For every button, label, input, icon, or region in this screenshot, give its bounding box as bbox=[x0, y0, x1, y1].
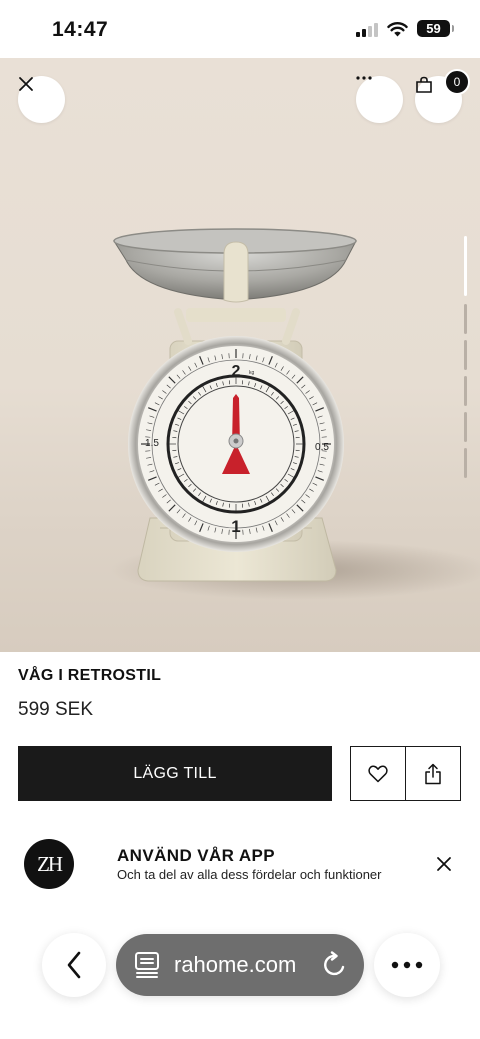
url-text[interactable]: rahome.com bbox=[174, 952, 296, 978]
add-to-cart-button[interactable]: LÄGG TILL bbox=[18, 746, 332, 801]
app-banner-subtitle: Och ta del av alla dess fördelar och fun… bbox=[117, 867, 382, 882]
gallery-indicator-active[interactable] bbox=[464, 236, 467, 296]
gallery-indicator[interactable] bbox=[464, 376, 467, 406]
app-banner-title[interactable]: ANVÄND VÅR APP bbox=[117, 846, 275, 866]
signal-icon bbox=[356, 21, 378, 37]
dial-number-1: 1 bbox=[231, 517, 240, 536]
dial-number-2: 2 bbox=[232, 363, 241, 380]
product-price: 599 SEK bbox=[18, 699, 93, 720]
dial-unit: kg bbox=[249, 370, 255, 376]
browser-more-button[interactable] bbox=[374, 933, 440, 997]
reader-icon[interactable] bbox=[134, 951, 160, 979]
wifi-icon bbox=[387, 21, 408, 36]
dial-number-0-5: 0.5 bbox=[315, 442, 329, 453]
gallery-indicator[interactable] bbox=[464, 340, 467, 370]
gallery-indicator[interactable] bbox=[464, 448, 467, 478]
status-icons: 59 bbox=[356, 20, 454, 37]
kitchen-scale-illustration: 2 1 1.5 0.5 kg bbox=[110, 228, 480, 600]
share-button[interactable] bbox=[405, 747, 460, 800]
product-actions bbox=[350, 746, 461, 801]
app-banner-close-button[interactable] bbox=[430, 850, 458, 878]
more-horizontal-icon bbox=[391, 961, 423, 969]
status-time: 14:47 bbox=[52, 18, 109, 41]
browser-back-button[interactable] bbox=[42, 933, 106, 997]
bag-count-badge: 0 bbox=[444, 69, 470, 95]
reload-icon[interactable] bbox=[322, 951, 348, 979]
wishlist-button[interactable] bbox=[351, 747, 405, 800]
close-icon bbox=[19, 77, 33, 91]
shopping-bag-icon bbox=[416, 76, 432, 93]
battery-icon: 59 bbox=[417, 20, 454, 37]
gallery-indicator[interactable] bbox=[464, 304, 467, 334]
product-name: VÅG I RETROSTIL bbox=[18, 667, 162, 684]
app-logo: ZH bbox=[24, 839, 74, 889]
status-bar: 14:47 59 bbox=[0, 0, 480, 58]
chevron-left-icon bbox=[67, 951, 81, 979]
address-bar[interactable]: rahome.com bbox=[116, 934, 364, 996]
product-image[interactable]: 2 1 1.5 0.5 kg 0 bbox=[0, 58, 480, 652]
close-icon bbox=[437, 857, 451, 871]
more-horizontal-icon bbox=[356, 76, 372, 80]
dial-number-1-5: 1.5 bbox=[145, 438, 159, 449]
more-options-button[interactable] bbox=[356, 76, 403, 123]
heart-icon bbox=[368, 765, 388, 782]
share-icon bbox=[425, 763, 441, 784]
close-button[interactable] bbox=[18, 76, 65, 123]
gallery-indicator[interactable] bbox=[464, 412, 467, 442]
